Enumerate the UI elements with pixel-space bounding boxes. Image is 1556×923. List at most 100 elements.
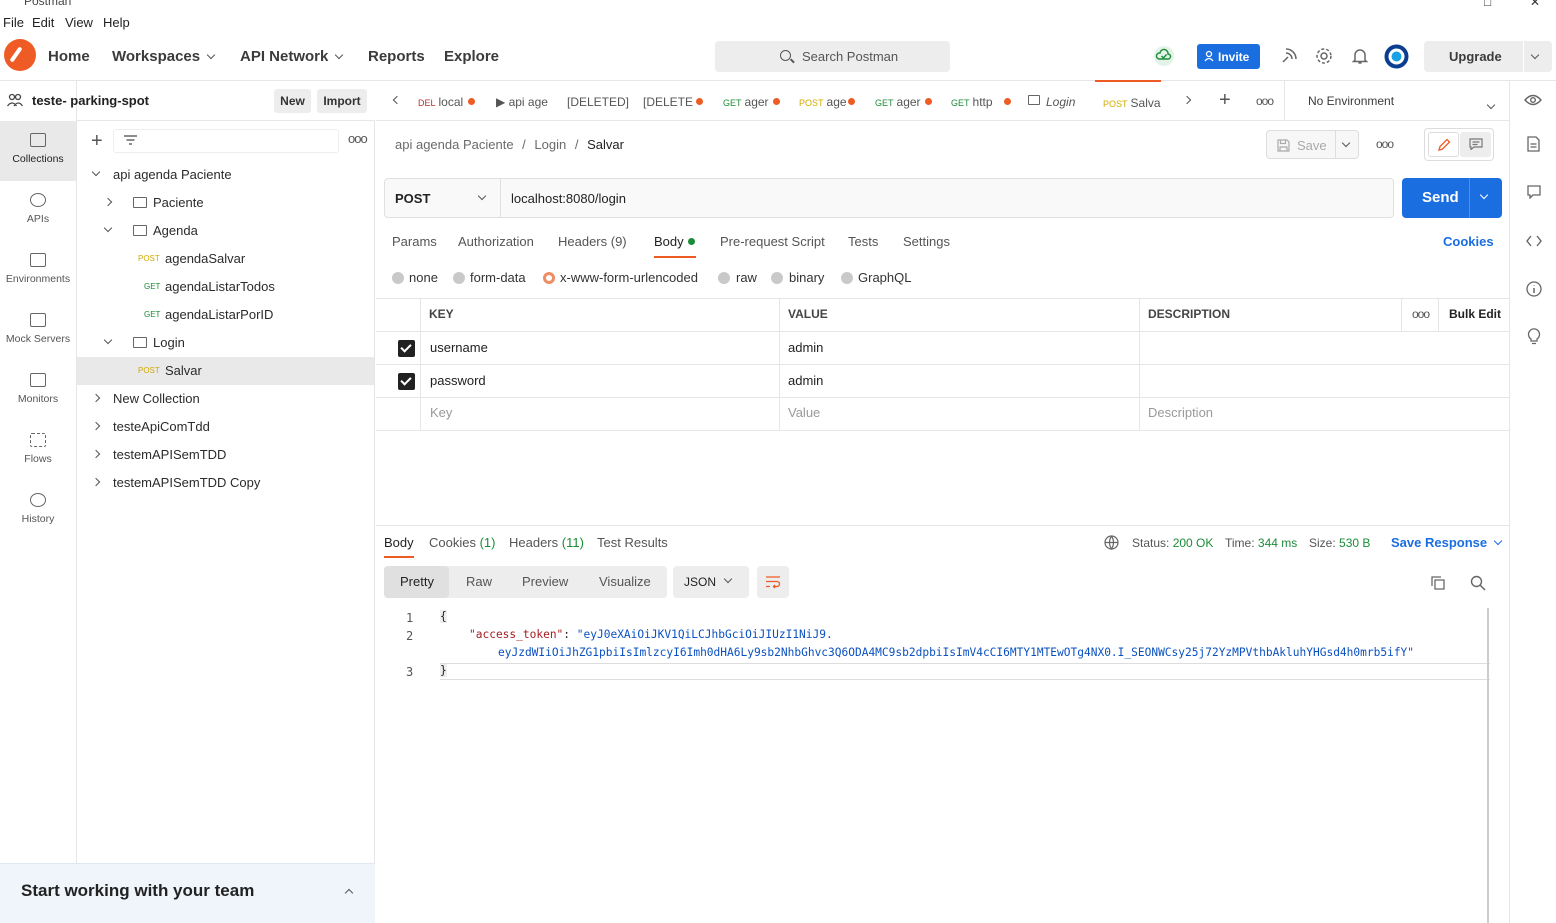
chevron-down-icon[interactable] <box>1479 190 1489 200</box>
tree-collection[interactable]: testemAPISemTDD Copy <box>77 469 374 497</box>
tab-request-active[interactable]: POST Salva <box>1095 80 1161 120</box>
code-scrollbar[interactable] <box>1487 608 1489 923</box>
tab-params[interactable]: Params <box>392 234 437 249</box>
add-tab-icon[interactable]: + <box>1219 89 1231 112</box>
tab-request[interactable]: [DELETED] <box>567 81 631 121</box>
rail-mock-servers[interactable]: Mock Servers <box>0 301 76 361</box>
row-checkbox[interactable] <box>398 340 415 357</box>
tab-request[interactable]: DEL local <box>418 81 480 121</box>
tab-tests[interactable]: Tests <box>848 234 878 249</box>
nav-reports[interactable]: Reports <box>368 48 425 65</box>
menu-file[interactable]: File <box>3 15 24 30</box>
chevron-left-icon[interactable] <box>392 95 402 105</box>
rail-monitors[interactable]: Monitors <box>0 361 76 421</box>
comments-icon[interactable] <box>1527 185 1541 199</box>
rail-flows[interactable]: Flows <box>0 421 76 481</box>
key-input[interactable]: Key <box>430 405 452 420</box>
response-tab-test-results[interactable]: Test Results <box>597 535 668 550</box>
tree-collection[interactable]: New Collection <box>77 385 374 413</box>
response-tab-cookies[interactable]: Cookies (1) <box>429 535 495 550</box>
response-tab-headers[interactable]: Headers (11) <box>509 535 584 550</box>
import-button[interactable]: Import <box>317 89 367 113</box>
chevron-up-icon[interactable] <box>344 888 354 898</box>
radio-none[interactable] <box>392 272 404 284</box>
tab-request[interactable]: POST age <box>799 81 863 121</box>
radio-raw[interactable] <box>718 272 730 284</box>
response-tab-body[interactable]: Body <box>384 535 414 558</box>
more-icon[interactable]: ooo <box>1376 137 1394 151</box>
rail-history[interactable]: History <box>0 481 76 541</box>
menu-view[interactable]: View <box>65 15 93 30</box>
upgrade-button[interactable]: Upgrade <box>1424 41 1552 72</box>
tree-collection[interactable]: testeApiComTdd <box>77 413 374 441</box>
breadcrumb-request[interactable]: Salvar <box>587 137 624 152</box>
radio-urlencoded[interactable] <box>543 272 555 284</box>
tab-request[interactable]: GET http <box>951 81 1015 121</box>
breadcrumb-folder[interactable]: Login <box>534 137 566 152</box>
add-icon[interactable]: + <box>91 131 103 151</box>
gear-icon[interactable] <box>1313 45 1335 67</box>
new-button[interactable]: New <box>274 89 311 113</box>
tree-request-selected[interactable]: POST Salvar <box>77 357 374 385</box>
tab-request[interactable]: GET ager <box>875 81 939 121</box>
tab-folder[interactable]: Login <box>1028 81 1092 121</box>
tree-request[interactable]: GET agendaListarPorID <box>77 301 374 329</box>
url-input[interactable]: localhost:8080/login <box>511 191 626 206</box>
tab-settings[interactable]: Settings <box>903 234 950 249</box>
tree-collection[interactable]: testemAPISemTDD <box>77 441 374 469</box>
edit-mode-button[interactable] <box>1428 132 1459 157</box>
send-button[interactable]: Send <box>1402 178 1502 218</box>
invite-button[interactable]: Invite <box>1197 44 1260 69</box>
search-icon[interactable] <box>1470 575 1486 591</box>
description-input[interactable]: Description <box>1148 405 1213 420</box>
bell-icon[interactable] <box>1349 45 1371 67</box>
menu-edit[interactable]: Edit <box>32 15 54 30</box>
rail-apis[interactable]: APIs <box>0 181 76 241</box>
menu-help[interactable]: Help <box>103 15 130 30</box>
tab-request[interactable]: ▶ api age <box>496 81 560 121</box>
more-icon[interactable]: ooo <box>1256 94 1274 108</box>
environment-select[interactable]: No Environment <box>1308 94 1394 108</box>
row-checkbox[interactable] <box>398 373 415 390</box>
search-input[interactable]: Search Postman <box>715 41 950 72</box>
tree-folder[interactable]: Login <box>77 329 374 357</box>
wrap-lines-button[interactable] <box>757 566 789 598</box>
radio-graphql[interactable] <box>841 272 853 284</box>
response-size[interactable]: Size: 530 B <box>1309 536 1370 550</box>
info-icon[interactable] <box>1526 281 1542 297</box>
param-key[interactable]: password <box>430 373 486 388</box>
tab-body[interactable]: Body <box>654 234 684 249</box>
tree-request[interactable]: POST agendaSalvar <box>77 245 374 273</box>
save-response-button[interactable]: Save Response <box>1391 535 1503 550</box>
nav-api-network[interactable]: API Network <box>240 48 344 65</box>
code-icon[interactable] <box>1526 235 1542 247</box>
tree-collection[interactable]: api agenda Paciente <box>77 161 374 189</box>
param-value[interactable]: admin <box>788 340 823 355</box>
radio-binary[interactable] <box>771 272 783 284</box>
copy-icon[interactable] <box>1430 575 1446 591</box>
chevron-down-icon[interactable] <box>1341 138 1351 148</box>
tab-authorization[interactable]: Authorization <box>458 234 534 249</box>
chevron-down-icon[interactable] <box>1530 50 1540 60</box>
avatar[interactable] <box>1384 44 1409 69</box>
close-icon[interactable]: ✕ <box>1530 0 1540 9</box>
radio-form-data[interactable] <box>453 272 465 284</box>
team-banner[interactable]: Start working with your team <box>0 863 375 923</box>
lightbulb-icon[interactable] <box>1527 328 1541 345</box>
tab-request[interactable]: GET ager <box>723 81 787 121</box>
param-value[interactable]: admin <box>788 373 823 388</box>
tree-folder[interactable]: Agenda <box>77 217 374 245</box>
tree-folder[interactable]: Paciente <box>77 189 374 217</box>
globe-icon[interactable] <box>1104 535 1119 550</box>
format-select[interactable]: JSON <box>673 566 749 598</box>
tree-request[interactable]: GET agendaListarTodos <box>77 273 374 301</box>
bulk-edit-button[interactable]: Bulk Edit <box>1449 307 1501 321</box>
filter-input[interactable] <box>113 129 339 153</box>
save-button[interactable]: Save <box>1266 130 1359 159</box>
maximize-icon[interactable]: □ <box>1484 0 1491 9</box>
response-status[interactable]: Status: 200 OK <box>1132 536 1213 550</box>
comment-mode-button[interactable] <box>1460 132 1491 157</box>
postman-logo-icon[interactable] <box>4 39 36 71</box>
cloud-sync-icon[interactable] <box>1153 45 1175 67</box>
view-preview[interactable]: Preview <box>522 574 568 589</box>
